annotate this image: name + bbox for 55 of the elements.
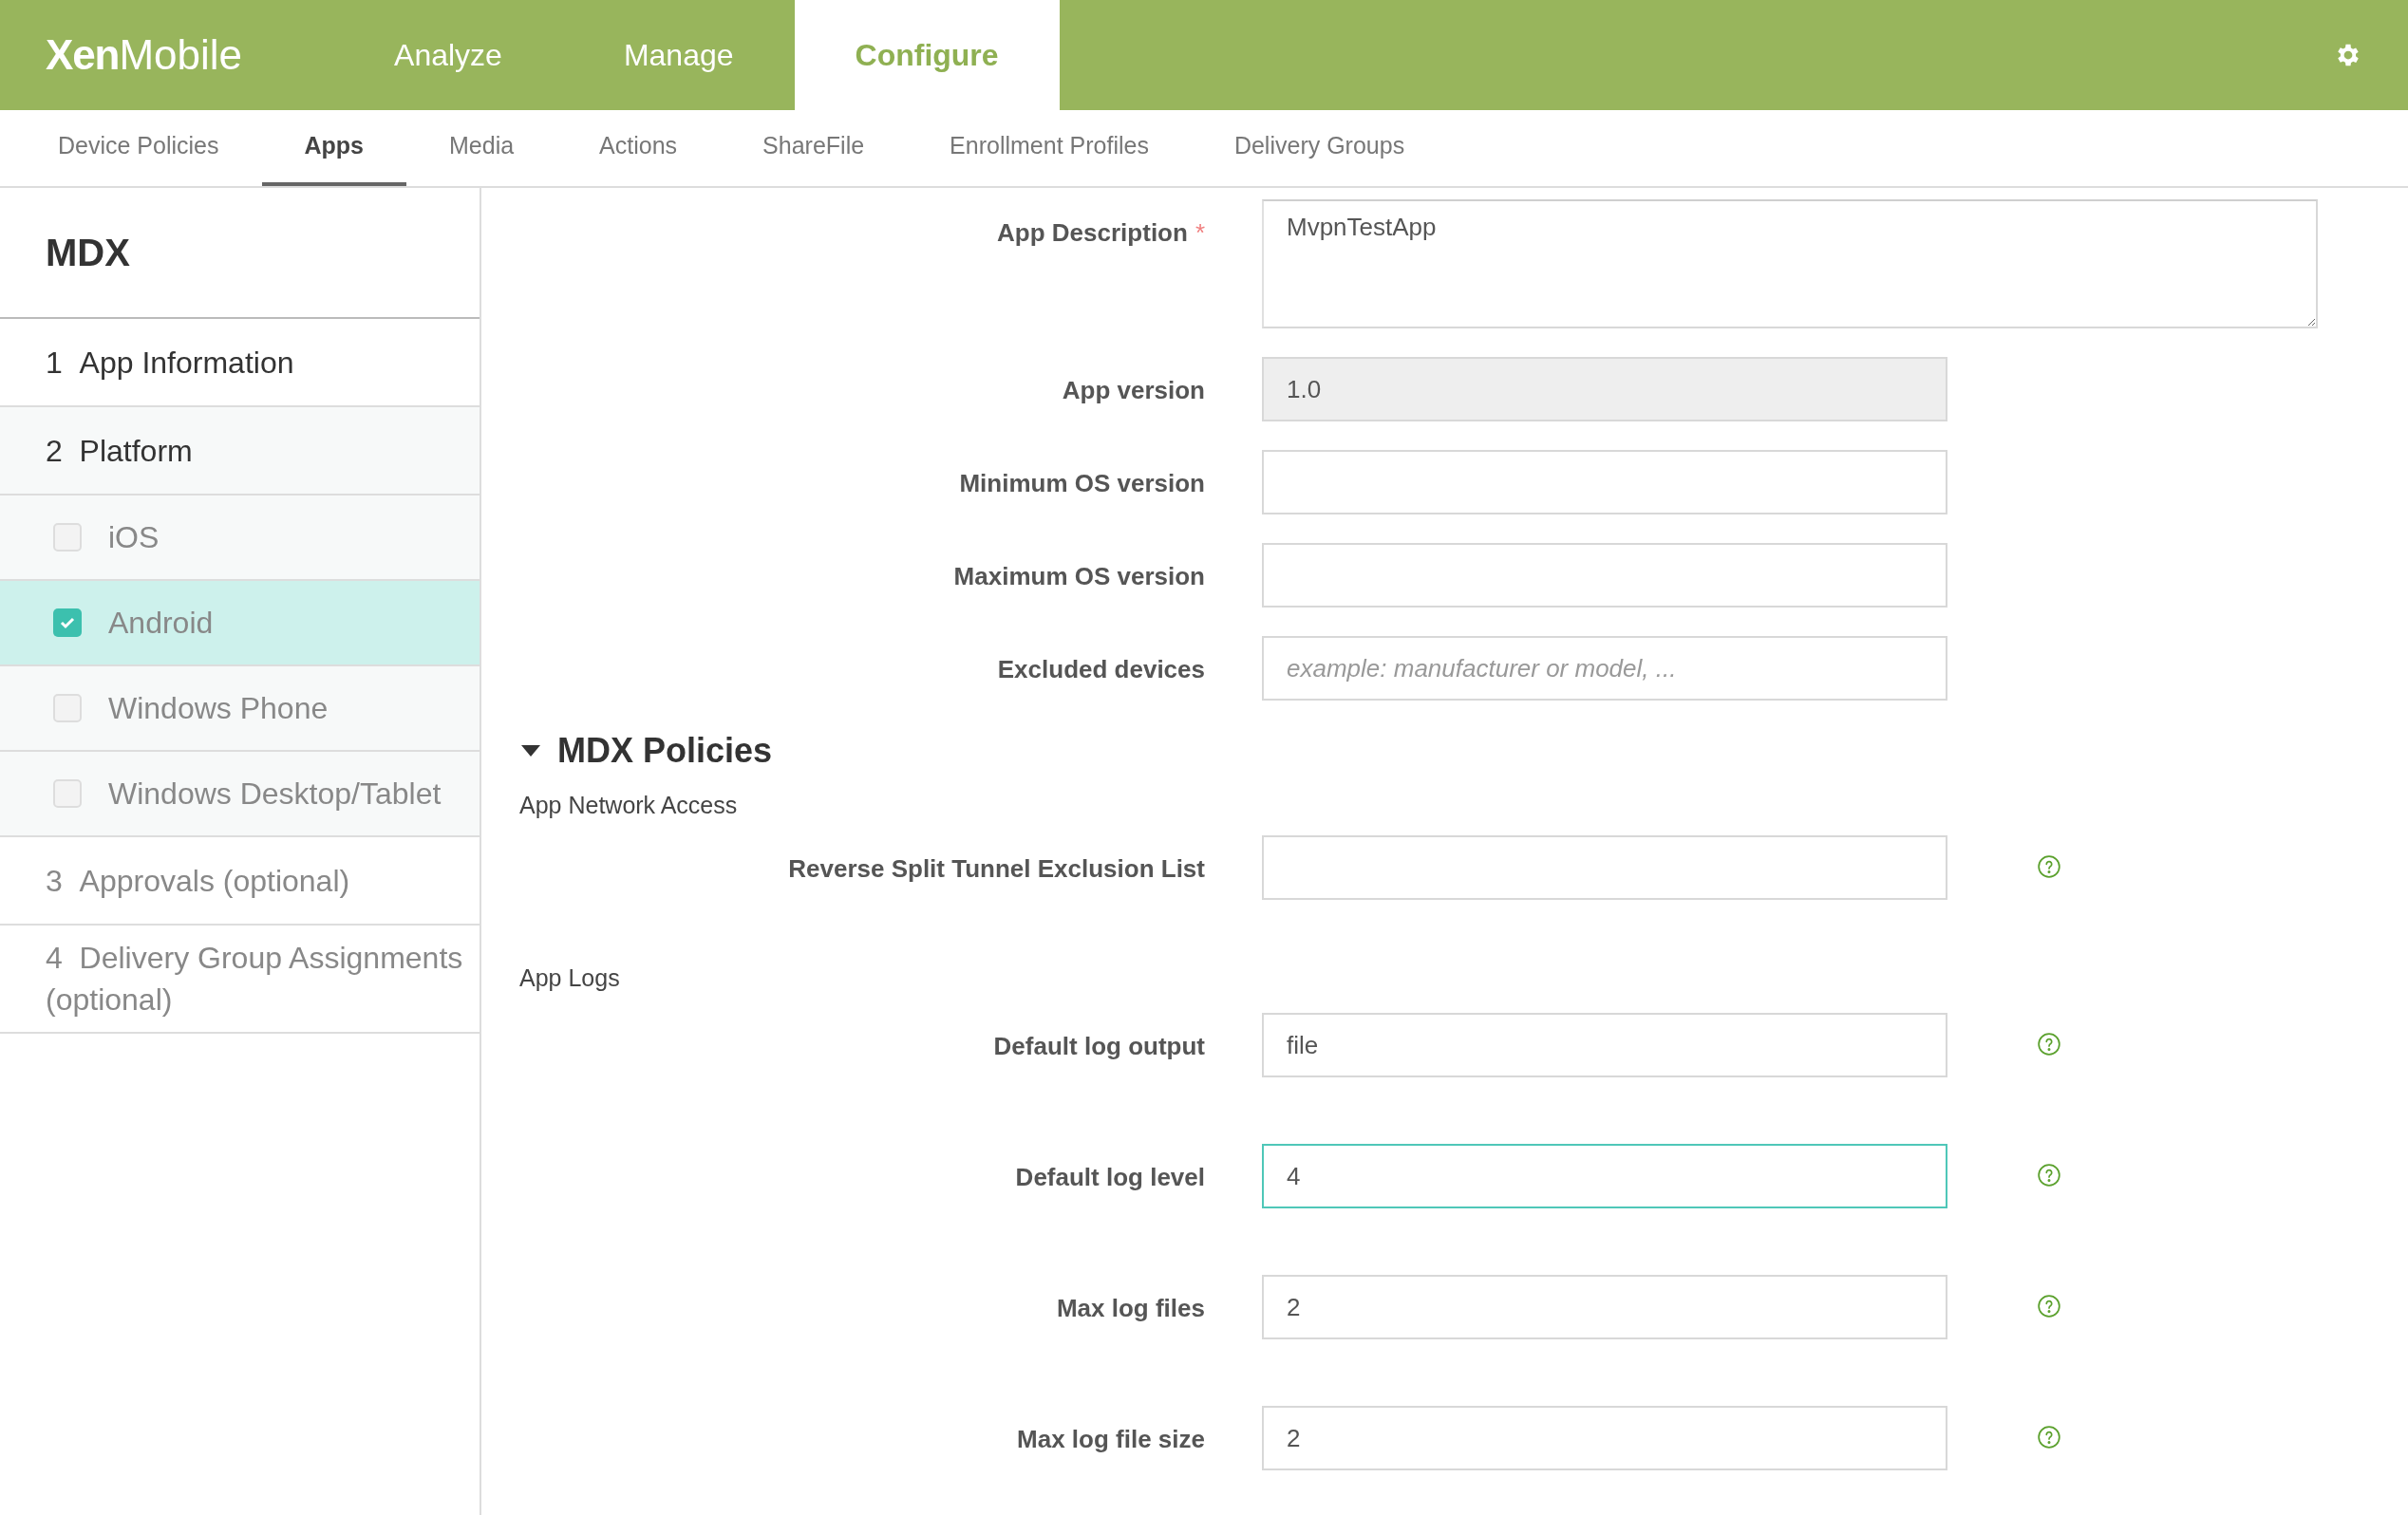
help-icon[interactable]: [2037, 853, 2061, 879]
input-field[interactable]: example: manufacturer or model, ...: [1262, 636, 1947, 701]
nav-tab[interactable]: Analyze: [333, 0, 563, 110]
input-field[interactable]: [1262, 543, 1947, 608]
platform-label: iOS: [108, 519, 160, 556]
sub-nav-tab[interactable]: Enrollment Profiles: [907, 110, 1192, 186]
field-label: App Description: [997, 217, 1188, 249]
description-field[interactable]: MvpnTestApp: [1262, 199, 2318, 328]
field-label: Default log level: [1015, 1162, 1205, 1193]
nav-tab[interactable]: Manage: [562, 0, 795, 110]
platform-label: Windows Phone: [108, 690, 329, 727]
sub-nav-tab[interactable]: ShareFile: [720, 110, 908, 186]
field-label: Reverse Split Tunnel Exclusion List: [788, 852, 1205, 885]
help-icon[interactable]: [2037, 1163, 2061, 1188]
input-field[interactable]: 4: [1262, 1144, 1947, 1208]
platform-label: Android: [108, 605, 214, 642]
field-label: Default log output: [993, 1031, 1205, 1062]
section-header[interactable]: MDX Policies: [519, 725, 2408, 776]
platform-item[interactable]: iOS: [0, 496, 480, 581]
help-icon[interactable]: [2037, 1032, 2061, 1057]
field-label: Max log files: [1056, 1293, 1205, 1324]
platform-item[interactable]: Android: [0, 581, 480, 666]
help-icon[interactable]: [2037, 1294, 2061, 1319]
help-icon[interactable]: [2037, 1425, 2061, 1450]
sidebar-title: MDX: [46, 231, 130, 275]
field-label: Minimum OS version: [959, 468, 1205, 499]
field-label: Maximum OS version: [953, 561, 1205, 592]
checkbox[interactable]: [53, 608, 82, 637]
input-field[interactable]: 2: [1262, 1406, 1947, 1470]
sub-nav-tab[interactable]: Delivery Groups: [1191, 110, 1448, 186]
step-item[interactable]: 4 Delivery Group Assignments (optional): [0, 926, 480, 1034]
sub-nav-tab[interactable]: Apps: [261, 110, 406, 186]
field-label: App version: [1062, 375, 1205, 406]
nav-tab[interactable]: Configure: [794, 0, 1060, 110]
platform-item[interactable]: Windows Phone: [0, 666, 480, 752]
input-field[interactable]: file: [1262, 1013, 1947, 1077]
checkbox[interactable]: [53, 779, 82, 808]
field-label: Max log file size: [1017, 1424, 1205, 1455]
platform-item[interactable]: Windows Desktop/Tablet: [0, 752, 480, 837]
checkbox[interactable]: [53, 694, 82, 722]
field-label: Excluded devices: [997, 654, 1205, 685]
checkbox[interactable]: [53, 523, 82, 552]
input-field[interactable]: [1262, 834, 1947, 900]
step-item[interactable]: 2 Platform: [0, 407, 480, 496]
required-mark: *: [1195, 217, 1205, 249]
input-field[interactable]: [1262, 450, 1947, 514]
group-label: App Network Access: [519, 791, 739, 820]
step-item[interactable]: 3 Approvals (optional): [0, 837, 480, 926]
sub-nav-tab[interactable]: Media: [406, 110, 557, 186]
logo: XenMobile: [45, 30, 244, 80]
sub-nav-tab[interactable]: Actions: [556, 110, 721, 186]
sub-nav-tab[interactable]: Device Policies: [15, 110, 262, 186]
input-field[interactable]: 2: [1262, 1275, 1947, 1339]
platform-label: Windows Desktop/Tablet: [108, 776, 442, 813]
group-label: App Logs: [519, 963, 621, 993]
